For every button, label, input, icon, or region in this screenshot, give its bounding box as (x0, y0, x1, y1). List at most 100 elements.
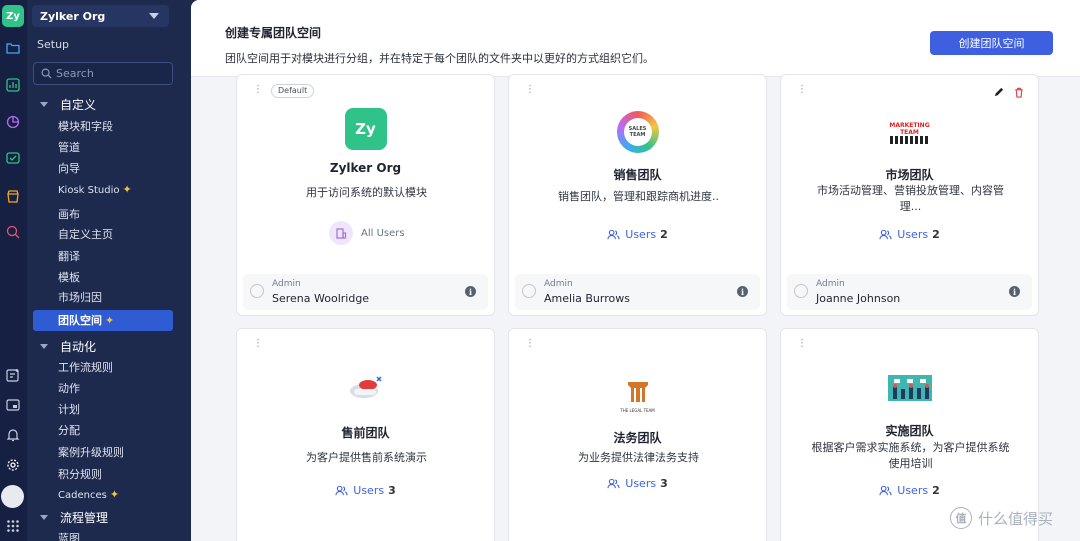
logo-text: MARKETING TEAM (889, 122, 930, 136)
team-space-card[interactable]: ⋮ MARKETING TEAM 市场团队 市场活动管理、营销投放管理、内容管理… (780, 74, 1039, 316)
users-count[interactable]: Users 3 (509, 477, 766, 490)
drag-handle-icon[interactable]: ⋮ (253, 339, 263, 349)
team-description: 用于访问系统的默认模块 (306, 186, 427, 199)
logo-text: THE LEGAL TEAM (620, 407, 655, 413)
sidebar-item-canvas[interactable]: 画布 (58, 206, 80, 222)
tasks-icon[interactable] (5, 150, 21, 166)
sidebar-group-automation[interactable]: 自动化 (40, 338, 96, 355)
sidebar-item-pipelines[interactable]: 管道 (58, 139, 80, 155)
logo-figures (889, 136, 930, 144)
admin-role: Admin (544, 279, 573, 289)
users-count[interactable]: Users 2 (781, 484, 1038, 497)
team-description: 销售团队，管理和跟踪商机进度.. (558, 190, 719, 203)
sidebar-section-title: Setup (37, 38, 70, 51)
users-count[interactable]: Users 2 (781, 228, 1038, 241)
org-name: Zylker Org (40, 9, 106, 23)
sidebar-item-kiosk-studio[interactable]: Kiosk Studio ✦ (58, 183, 132, 196)
team-space-card[interactable]: ⋮ THE LEGAL TEAM 法务团队 为业务提供法律法务支持 Users 3 (508, 328, 767, 541)
group-label: 流程管理 (60, 511, 109, 525)
chevron-down-icon (40, 515, 48, 520)
user-avatar[interactable] (1, 485, 24, 508)
sidebar-item-templates[interactable]: 模板 (58, 269, 80, 285)
create-team-space-button[interactable]: 创建团队空间 (930, 31, 1053, 55)
team-space-card[interactable]: ⋮ 售前团队 为客户提供售前系统演示 Users 3 (236, 328, 495, 541)
page-header: 创建专属团队空间 团队空间用于对模块进行分组，并在特定于每个团队的文件夹中以更好… (191, 0, 1080, 77)
page-title: 创建专属团队空间 (225, 26, 322, 40)
analytics-icon[interactable] (5, 77, 21, 93)
all-users-indicator: All Users (329, 221, 405, 245)
gear-icon[interactable] (5, 457, 21, 473)
users-icon (607, 229, 620, 240)
sidebar-item-team-spaces[interactable]: 团队空间 ✦ (33, 310, 173, 331)
sidebar-item-cadences[interactable]: Cadences ✦ (58, 488, 119, 501)
team-name: Zylker Org (329, 161, 402, 175)
logo-text: SALES TEAM (623, 118, 652, 146)
team-description: 根据客户需求实施系统，为客户提供系统使用培训 (811, 441, 1010, 470)
sidebar-item-wizards[interactable]: 向导 (58, 160, 80, 176)
drag-handle-icon[interactable]: ⋮ (253, 85, 263, 95)
users-label: Users (353, 484, 385, 497)
screen-icon[interactable] (5, 397, 21, 413)
info-icon[interactable]: i (1009, 286, 1020, 297)
admin-info: Admin Amelia Burrows i (515, 274, 760, 310)
group-label: 自动化 (60, 340, 97, 354)
search-placeholder: Search (56, 67, 94, 80)
drag-handle-icon[interactable]: ⋮ (525, 85, 535, 95)
chevron-down-icon (40, 344, 48, 349)
sidebar-item-custom-home[interactable]: 自定义主页 (58, 226, 113, 242)
marketplace-icon[interactable] (5, 188, 21, 204)
users-count[interactable]: Users 2 (509, 228, 766, 241)
building-icon (329, 221, 353, 245)
org-switcher[interactable]: Zylker Org (32, 5, 169, 27)
drag-handle-icon[interactable]: ⋮ (525, 339, 535, 349)
watermark-text: 什么值得买 (978, 509, 1054, 528)
app-logo[interactable]: Zy (2, 5, 24, 27)
reports-icon[interactable] (5, 114, 21, 130)
info-icon[interactable]: i (737, 286, 748, 297)
sidebar-item-schedules[interactable]: 计划 (58, 401, 80, 417)
main-content: 创建专属团队空间 团队空间用于对模块进行分组，并在特定于每个团队的文件夹中以更好… (191, 0, 1080, 541)
apps-grid-icon[interactable] (5, 518, 21, 534)
admin-info: Admin Joanne Johnson i (787, 274, 1032, 310)
sidebar-item-attribution[interactable]: 市场归因 (58, 289, 102, 305)
sidebar-group-customize[interactable]: 自定义 (40, 96, 96, 113)
search-icon[interactable] (5, 224, 21, 240)
drag-handle-icon[interactable]: ⋮ (797, 85, 807, 95)
sidebar-item-assignment[interactable]: 分配 (58, 422, 80, 438)
users-icon (335, 485, 348, 496)
sidebar-group-process[interactable]: 流程管理 (40, 509, 108, 526)
team-space-card[interactable]: ⋮ Default Zy Zylker Org 用于访问系统的默认模块 All … (236, 74, 495, 316)
legal-team-logo: THE LEGAL TEAM (615, 377, 661, 415)
team-space-card[interactable]: ⋮ SALES TEAM 销售团队 销售团队，管理和跟踪商机进度.. Users… (508, 74, 767, 316)
sidebar-item-modules[interactable]: 模块和字段 (58, 118, 113, 134)
add-note-icon[interactable] (5, 367, 21, 383)
icon-rail: Zy (0, 0, 27, 541)
sidebar-item-escalation[interactable]: 案例升级规则 (58, 444, 124, 460)
folder-icon[interactable] (5, 40, 21, 56)
users-number: 3 (388, 484, 396, 497)
users-count[interactable]: Users 3 (237, 484, 494, 497)
sidebar-item-workflow-rules[interactable]: 工作流规则 (58, 359, 113, 375)
users-icon (879, 485, 892, 496)
sidebar-item-translations[interactable]: 翻译 (58, 248, 80, 264)
sales-team-logo: SALES TEAM (616, 111, 659, 153)
avatar (794, 284, 808, 298)
bell-icon[interactable] (5, 427, 21, 443)
edit-icon[interactable] (993, 87, 1004, 98)
info-icon[interactable]: i (465, 286, 476, 297)
sidebar-edge (179, 0, 191, 541)
search-input[interactable]: Search (33, 62, 173, 85)
sidebar-item-scoring[interactable]: 积分规则 (58, 466, 102, 482)
sidebar-item-blueprint[interactable]: 蓝图 (58, 530, 80, 541)
item-label: Kiosk Studio (58, 185, 120, 196)
users-number: 3 (660, 477, 668, 490)
sparkle-icon: ✦ (109, 488, 120, 501)
drag-handle-icon[interactable]: ⋮ (797, 339, 807, 349)
team-name: 售前团队 (341, 426, 390, 440)
watermark-logo: 值 (950, 507, 972, 529)
sidebar-item-actions[interactable]: 动作 (58, 380, 80, 396)
chevron-down-icon (149, 13, 159, 19)
delete-icon[interactable] (1014, 87, 1024, 98)
team-name: 实施团队 (885, 424, 934, 438)
watermark: 值 什么值得买 (950, 507, 1053, 529)
